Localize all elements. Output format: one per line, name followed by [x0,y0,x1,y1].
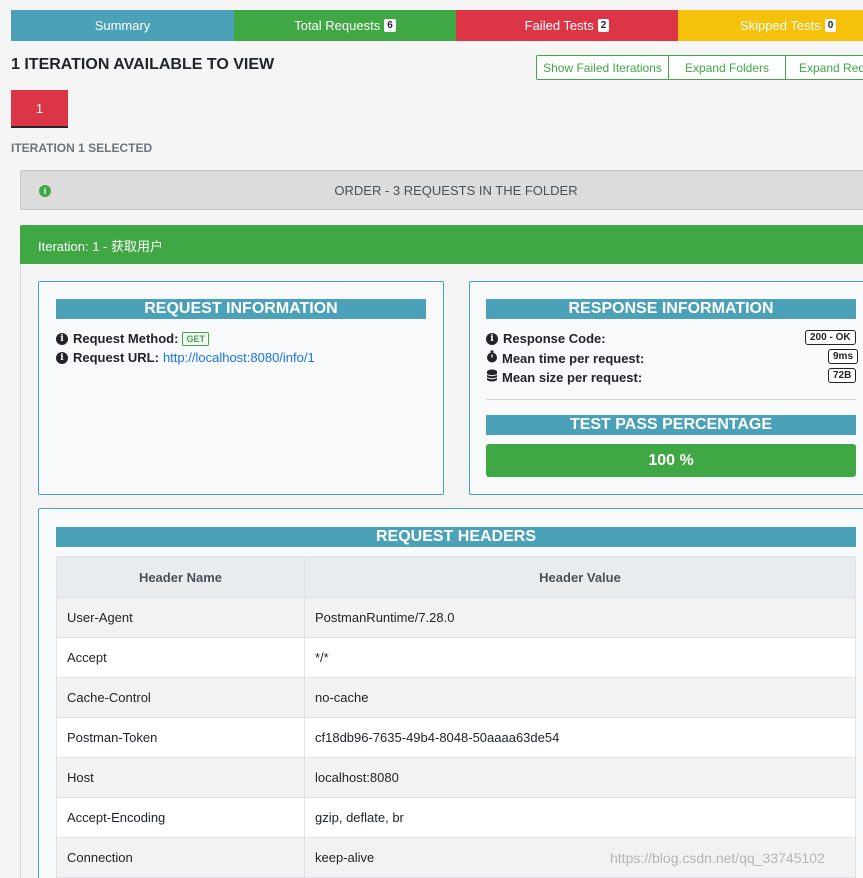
response-code-badge: 200 - OK [805,330,856,345]
summary-tabs: Summary Total Requests 6 Failed Tests 2 … [11,10,863,41]
tab-skipped-tests[interactable]: Skipped Tests 0 [678,10,863,41]
info-icon: i [56,351,68,364]
table-row: Accept */* [56,637,856,678]
header-value-column: Header Value [304,556,856,598]
tab-total-requests[interactable]: Total Requests 6 [234,10,456,41]
folder-header[interactable]: i ORDER - 3 REQUESTS IN THE FOLDER [20,170,863,210]
header-value-cell: gzip, deflate, br [304,797,856,838]
mean-size-label: Mean size per request: [502,369,643,385]
watermark: https://blog.csdn.net/qq_33745102 [610,850,825,866]
info-icon: i [486,332,498,345]
request-method-row: i Request Method: GET [56,331,209,346]
table-row: Accept-Encoding gzip, deflate, br [56,797,856,838]
request-url-link[interactable]: http://localhost:8080/info/1 [163,350,315,365]
stopwatch-icon [486,350,498,366]
table-row: Host localhost:8080 [56,757,856,798]
header-name-cell: Connection [56,837,305,878]
mean-time-label: Mean time per request: [502,350,645,366]
show-failed-iterations-button[interactable]: Show Failed Iterations [536,55,669,80]
request-url-label: Request URL: [73,350,159,365]
response-code-label: Response Code: [503,331,606,346]
response-information-title: RESPONSE INFORMATION [486,299,856,319]
request-information-title: REQUEST INFORMATION [56,299,426,319]
header-name-cell: Host [56,757,305,798]
info-icon: i [56,332,68,345]
iteration-actions: Show Failed Iterations Expand Folders Ex… [536,55,863,80]
database-icon [486,369,498,385]
request-headers-title: REQUEST HEADERS [56,527,856,547]
mean-size-row: Mean size per request: [486,369,642,385]
total-requests-badge: 6 [384,19,396,32]
header-name-cell: Accept [56,637,305,678]
skipped-tests-badge: 0 [824,19,837,32]
tab-failed-tests-label: Failed Tests [524,18,594,33]
tab-summary[interactable]: Summary [11,10,234,41]
iteration-1-button[interactable]: 1 [11,90,68,128]
header-value-cell: cf18db96-7635-49b4-8048-50aaaa63de54 [304,717,856,758]
test-pass-progress-bar: 100 % [486,444,856,477]
response-code-row: i Response Code: [486,331,606,346]
header-value-cell: PostmanRuntime/7.28.0 [304,597,856,638]
table-row: Postman-Token cf18db96-7635-49b4-8048-50… [56,717,856,758]
test-pass-percentage-title: TEST PASS PERCENTAGE [486,415,856,435]
header-name-cell: Cache-Control [56,677,305,718]
request-method-badge: GET [182,331,209,346]
iteration-request-label: Iteration: 1 - 获取用户 [38,238,163,254]
iterations-title: 1 ITERATION AVAILABLE TO VIEW [11,56,275,73]
request-url-row: i Request URL: http://localhost:8080/inf… [56,350,315,365]
request-method-label: Request Method: [73,331,179,346]
folder-label: ORDER - 3 REQUESTS IN THE FOLDER [334,183,578,198]
header-name-cell: User-Agent [56,597,305,638]
request-headers-table: Header Name Header Value User-Agent Post… [56,556,856,878]
header-name-cell: Postman-Token [56,717,305,758]
mean-time-badge: 9ms [828,349,859,364]
header-name-column: Header Name [56,556,305,598]
iteration-request-header[interactable]: Iteration: 1 - 获取用户 [20,225,863,265]
header-value-cell: */* [304,637,856,678]
tab-skipped-tests-label: Skipped Tests [740,18,821,33]
tab-summary-label: Summary [94,18,151,33]
table-row: User-Agent PostmanRuntime/7.28.0 [56,597,856,638]
header-value-cell: no-cache [304,677,856,718]
header-name-cell: Accept-Encoding [56,797,305,838]
mean-time-row: Mean time per request: [486,350,644,366]
mean-size-badge: 72B [828,368,857,383]
table-header-row: Header Name Header Value [56,556,856,598]
table-row: Cache-Control no-cache [56,677,856,718]
failed-tests-badge: 2 [597,19,610,32]
test-pass-percentage-value: 100 % [648,451,694,469]
iteration-selected-label: ITERATION 1 SELECTED [11,141,153,155]
expand-requests-button[interactable]: Expand Requ [785,55,863,80]
tab-failed-tests[interactable]: Failed Tests 2 [456,10,678,41]
response-divider [486,399,856,400]
expand-folders-button[interactable]: Expand Folders [668,55,786,80]
tab-total-requests-label: Total Requests [294,18,381,33]
header-value-cell: localhost:8080 [304,757,856,798]
